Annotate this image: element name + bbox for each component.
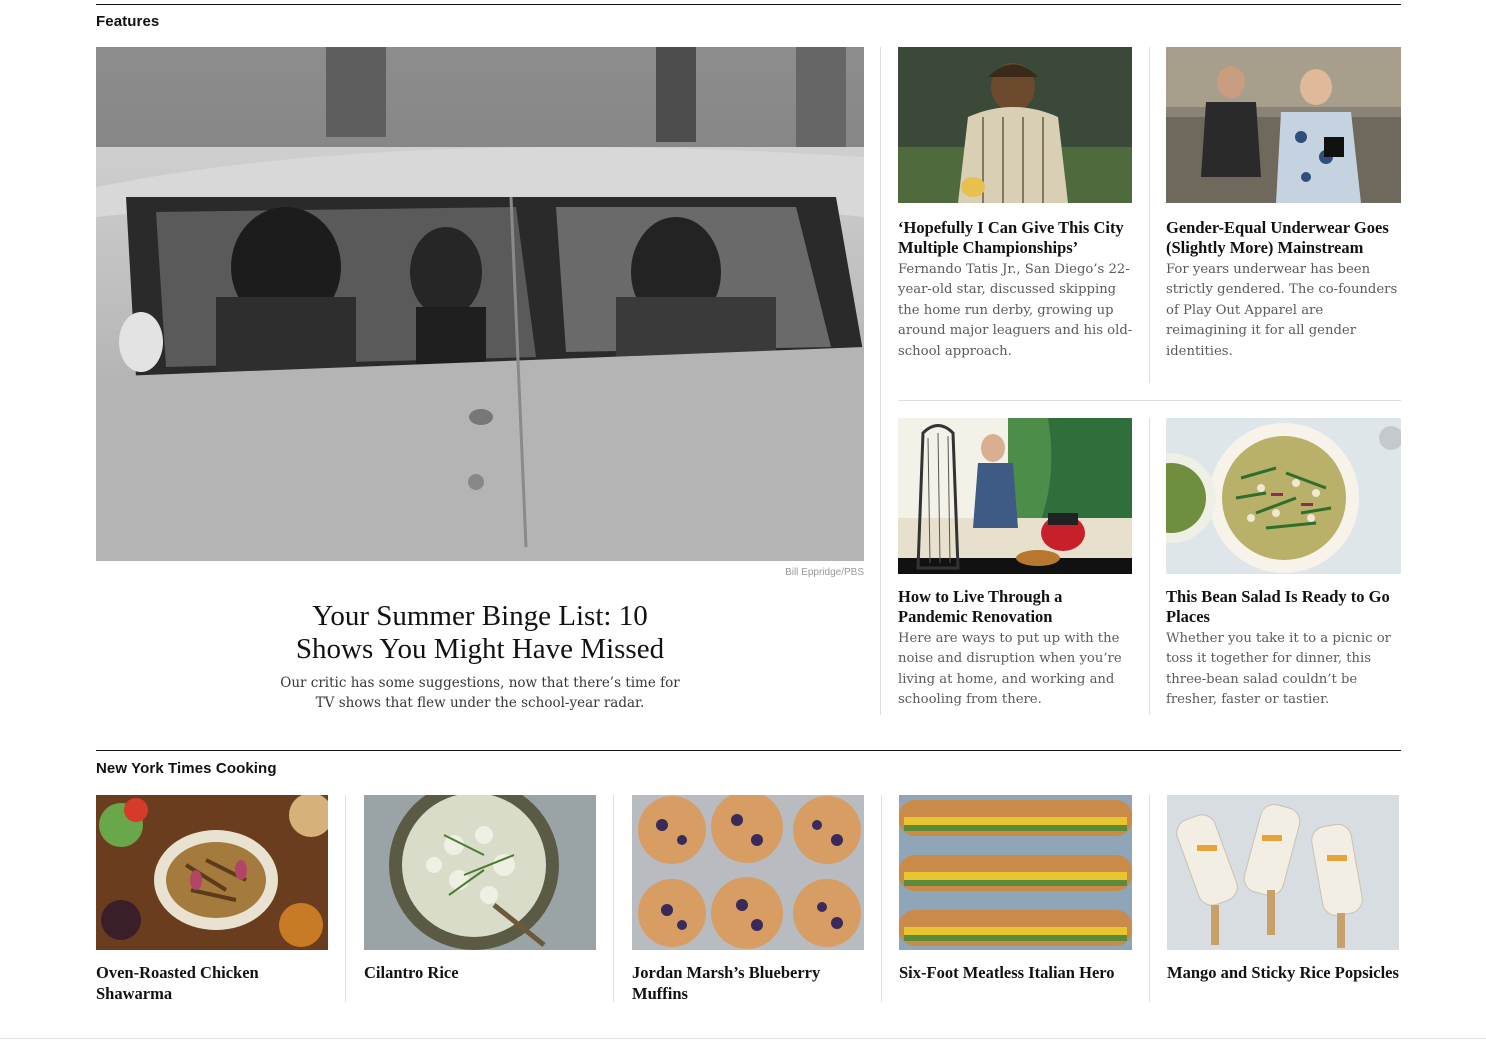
feature-card-2-headline[interactable]: Gender-Equal Underwear Goes (Slightly Mo… (1166, 218, 1402, 258)
features-section-rule (96, 4, 1401, 5)
feature-card-1-headline[interactable]: ‘Hopefully I Can Give This City Multiple… (898, 218, 1134, 258)
column-divider (880, 47, 881, 715)
lead-story-headline[interactable]: Your Summer Binge List: 10 Shows You Mig… (276, 600, 684, 666)
recipe-4-title[interactable]: Six-Foot Meatless Italian Hero (899, 963, 1131, 984)
recipe-2-image[interactable] (364, 795, 596, 950)
recipe-divider (1149, 795, 1150, 1002)
lead-story-image[interactable] (96, 47, 864, 561)
lead-story-summary[interactable]: Our critic has some suggestions, now tha… (276, 673, 684, 713)
feature-card-4-image[interactable] (1166, 418, 1401, 574)
recipe-3-image[interactable] (632, 795, 864, 950)
recipe-divider (613, 795, 614, 1002)
recipe-4-image[interactable] (899, 795, 1132, 950)
recipe-divider (345, 795, 346, 1002)
feature-card-1-image[interactable] (898, 47, 1132, 203)
card-divider (1149, 47, 1150, 383)
recipe-5-image[interactable] (1167, 795, 1399, 950)
feature-card-2-image[interactable] (1166, 47, 1401, 203)
feature-card-2-summary[interactable]: For years underwear has been strictly ge… (1166, 260, 1402, 362)
feature-card-3-summary[interactable]: Here are ways to put up with the noise a… (898, 629, 1134, 711)
feature-card-1-summary[interactable]: Fernando Tatis Jr., San Diego’s 22-year-… (898, 260, 1134, 362)
recipe-5-title[interactable]: Mango and Sticky Rice Popsicles (1167, 963, 1399, 984)
recipe-2-title[interactable]: Cilantro Rice (364, 963, 596, 984)
recipe-3-title[interactable]: Jordan Marsh’s Blueberry Muffins (632, 963, 864, 1004)
recipe-divider (881, 795, 882, 1002)
row-divider (898, 400, 1401, 401)
features-section-label[interactable]: Features (96, 13, 159, 30)
lead-image-credit: Bill Eppridge/PBS (785, 567, 864, 578)
recipe-1-image[interactable] (96, 795, 328, 950)
cooking-section-label[interactable]: New York Times Cooking (96, 760, 277, 777)
feature-card-4-summary[interactable]: Whether you take it to a picnic or toss … (1166, 629, 1402, 711)
feature-card-3-headline[interactable]: How to Live Through a Pandemic Renovatio… (898, 587, 1134, 627)
cooking-section-rule (96, 750, 1401, 751)
recipe-1-title[interactable]: Oven-Roasted Chicken Shawarma (96, 963, 328, 1004)
card-divider (1149, 418, 1150, 715)
footer-rule (0, 1038, 1486, 1039)
feature-card-4-headline[interactable]: This Bean Salad Is Ready to Go Places (1166, 587, 1402, 627)
feature-card-3-image[interactable] (898, 418, 1132, 574)
